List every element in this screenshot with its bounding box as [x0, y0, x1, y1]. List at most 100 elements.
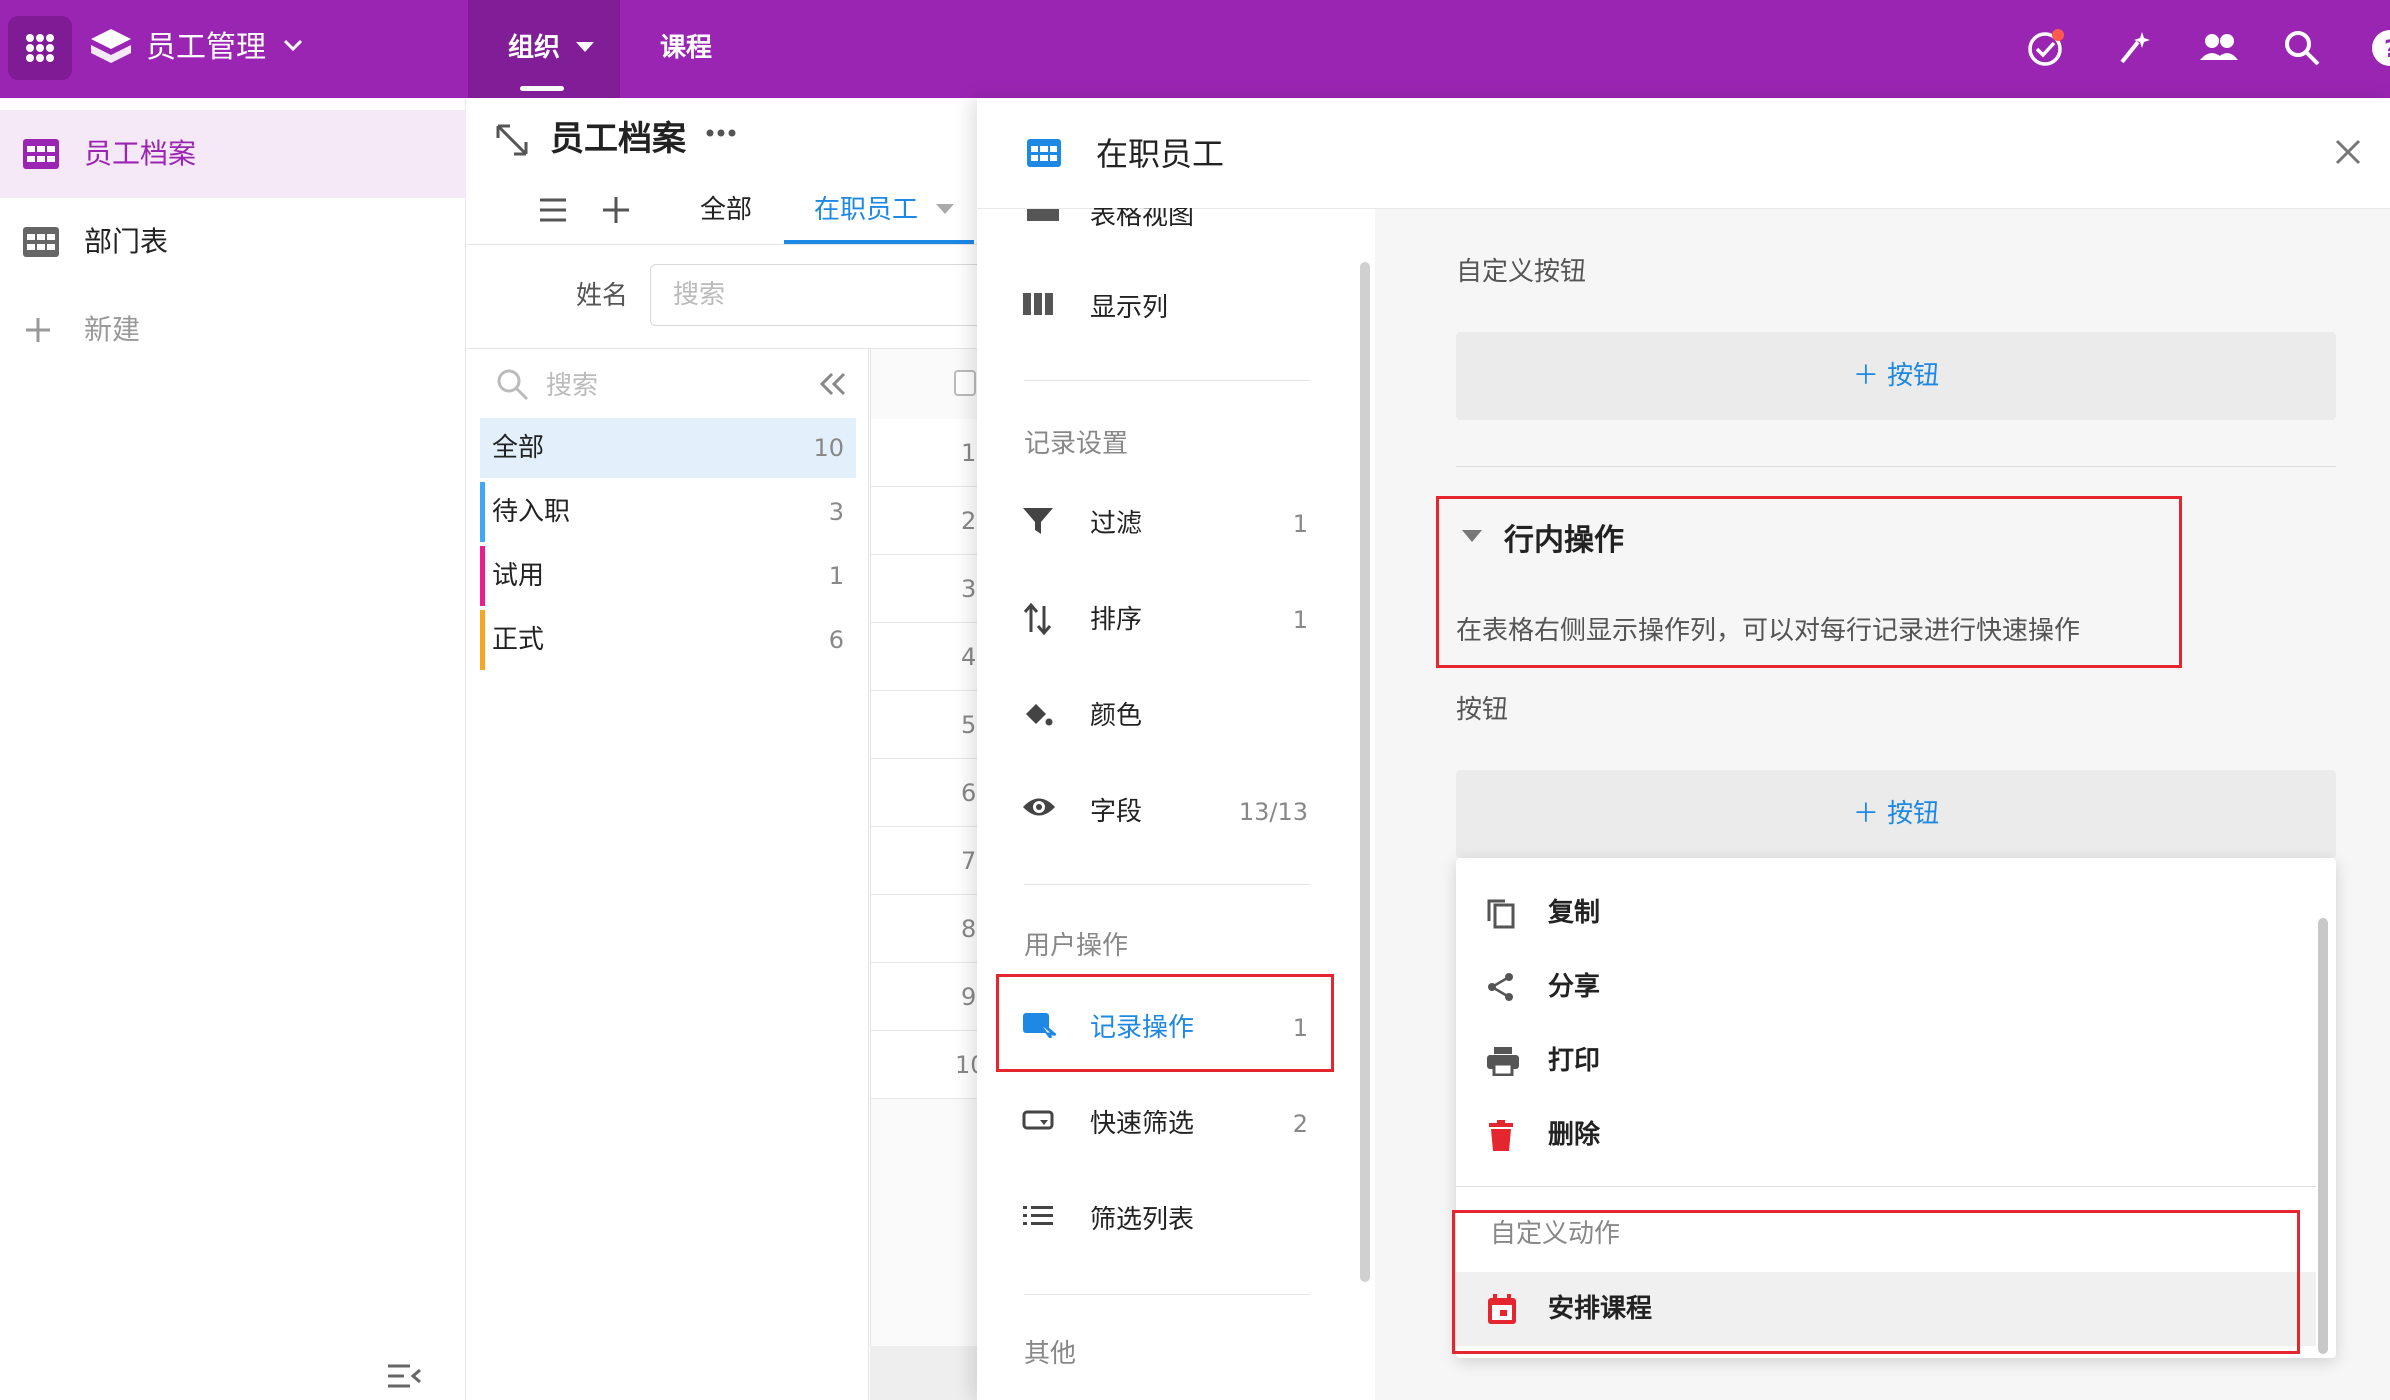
- table-row[interactable]: 2: [871, 487, 979, 555]
- app-title[interactable]: 员工管理: [146, 26, 266, 70]
- nav-section-record: 记录设置: [1024, 429, 1129, 459]
- group-count: 10: [813, 434, 844, 462]
- group-color-bar: [480, 482, 485, 542]
- caret-down-icon[interactable]: [936, 204, 954, 216]
- nav-item-fields[interactable]: 字段 13/13: [998, 768, 1332, 856]
- modal-title: 在职员工: [1096, 135, 1225, 173]
- record-grid: 1 2 3 4 5 6 7 8 9 10: [870, 349, 986, 1400]
- dropdown-scrollbar[interactable]: [2318, 918, 2328, 1354]
- table-row[interactable]: 4: [871, 623, 979, 691]
- group-item-probation[interactable]: 试用 1: [480, 546, 856, 606]
- view-tab-in-service[interactable]: 在职员工: [814, 192, 918, 228]
- menu-item-print[interactable]: 打印: [1456, 1026, 2316, 1098]
- nav-item-filter-list[interactable]: 筛选列表: [998, 1176, 1332, 1264]
- group-color-bar: [480, 546, 485, 606]
- nav-item-filter[interactable]: 过滤 1: [998, 480, 1332, 568]
- group-item-all[interactable]: 全部 10: [480, 418, 856, 478]
- todo-check-icon[interactable]: [2026, 28, 2066, 68]
- row-number: 3: [961, 575, 977, 603]
- tab-course[interactable]: 课程: [660, 30, 712, 66]
- view-list-icon[interactable]: [538, 196, 568, 224]
- sidebar-item-employee-records[interactable]: 员工档案: [0, 110, 466, 198]
- plus-icon: ＋: [1852, 799, 1888, 829]
- tab-active-indicator: [520, 86, 564, 91]
- copy-icon: [1486, 898, 1516, 930]
- members-icon[interactable]: [2198, 28, 2240, 68]
- highlight-box: [996, 974, 1334, 1072]
- search-icon[interactable]: [2282, 28, 2322, 68]
- menu-item-label: 删除: [1548, 1120, 1601, 1150]
- magic-wand-icon[interactable]: [2114, 28, 2154, 68]
- name-search-placeholder: 搜索: [673, 280, 726, 310]
- add-view-icon[interactable]: [600, 194, 632, 226]
- row-number: 7: [961, 847, 977, 875]
- grid-footer: [870, 1346, 977, 1400]
- group-label: 全部: [492, 433, 545, 463]
- sidebar-item-departments[interactable]: 部门表: [0, 198, 466, 286]
- nav-scrollbar[interactable]: [1360, 262, 1370, 1282]
- row-number: 2: [961, 507, 977, 535]
- collapse-sidebar-icon[interactable]: [386, 1362, 422, 1390]
- row-number: 1: [961, 439, 977, 467]
- add-button-label: 按钮: [1887, 361, 1940, 391]
- divider: [1024, 380, 1310, 381]
- menu-item-label: 复制: [1548, 898, 1601, 928]
- table-icon: [22, 138, 60, 170]
- table-row[interactable]: 7: [871, 827, 979, 895]
- add-inline-button[interactable]: ＋ 按钮: [1456, 770, 2336, 858]
- nav-item-label: 显示列: [1090, 293, 1169, 323]
- group-count: 6: [828, 626, 844, 654]
- view-tab-all[interactable]: 全部: [700, 192, 752, 228]
- sidebar-item-label: 部门表: [84, 225, 169, 258]
- paint-bucket-icon: [1022, 698, 1054, 730]
- nav-item-sort[interactable]: 排序 1: [998, 576, 1332, 664]
- nav-item-display-columns[interactable]: 显示列: [998, 264, 1332, 352]
- table-row[interactable]: 8: [871, 895, 979, 963]
- add-custom-button[interactable]: ＋ 按钮: [1456, 332, 2336, 420]
- menu-item-delete[interactable]: 删除: [1456, 1100, 2316, 1172]
- close-icon[interactable]: [2334, 138, 2362, 166]
- table-row[interactable]: 9: [871, 963, 979, 1031]
- chevron-down-icon[interactable]: [282, 34, 304, 56]
- sidebar-new-label: 新建: [84, 313, 141, 346]
- group-search-input[interactable]: 搜索: [546, 368, 598, 404]
- nav-item-label: 过滤: [1090, 509, 1143, 539]
- group-item-regular[interactable]: 正式 6: [480, 610, 856, 670]
- group-label: 正式: [492, 625, 545, 655]
- row-number: 9: [961, 983, 977, 1011]
- row-number: 4: [961, 643, 977, 671]
- table-row[interactable]: 10: [871, 1031, 986, 1099]
- menu-item-share[interactable]: 分享: [1456, 952, 2316, 1024]
- filter-icon: [1022, 506, 1054, 536]
- expand-icon[interactable]: [494, 122, 530, 158]
- table-icon: [22, 226, 60, 258]
- group-label: 试用: [492, 561, 545, 591]
- table-row[interactable]: 3: [871, 555, 979, 623]
- nav-item-quick-filter[interactable]: 快速筛选 2: [998, 1080, 1332, 1168]
- print-icon: [1486, 1046, 1520, 1076]
- table-row[interactable]: 6: [871, 759, 979, 827]
- row-number: 8: [961, 915, 977, 943]
- plus-icon: ＋: [1852, 361, 1888, 391]
- grid-dots-icon: [26, 34, 54, 62]
- name-search-input[interactable]: 搜索: [650, 264, 990, 326]
- columns-icon: [1022, 290, 1054, 318]
- double-chevron-left-icon[interactable]: [818, 370, 846, 398]
- table-row[interactable]: 5: [871, 691, 979, 759]
- help-icon[interactable]: ?: [2368, 28, 2390, 68]
- table-icon: [1026, 138, 1062, 168]
- group-item-pending[interactable]: 待入职 3: [480, 482, 856, 542]
- sidebar-new-button[interactable]: 新建: [0, 286, 466, 374]
- app-grid-button[interactable]: [8, 16, 72, 80]
- eye-icon: [1022, 794, 1056, 820]
- nav-item-color[interactable]: 颜色: [998, 672, 1332, 760]
- row-number: 6: [961, 779, 977, 807]
- menu-item-copy[interactable]: 复制: [1456, 878, 2316, 950]
- nav-item-label: 筛选列表: [1090, 1205, 1195, 1235]
- table-row[interactable]: 1: [871, 419, 979, 487]
- nav-item-count: 1: [1292, 510, 1308, 538]
- select-all-checkbox[interactable]: [954, 370, 976, 396]
- caret-down-icon[interactable]: [576, 42, 594, 54]
- tab-org[interactable]: 组织: [508, 30, 560, 66]
- more-options-icon[interactable]: [706, 128, 736, 138]
